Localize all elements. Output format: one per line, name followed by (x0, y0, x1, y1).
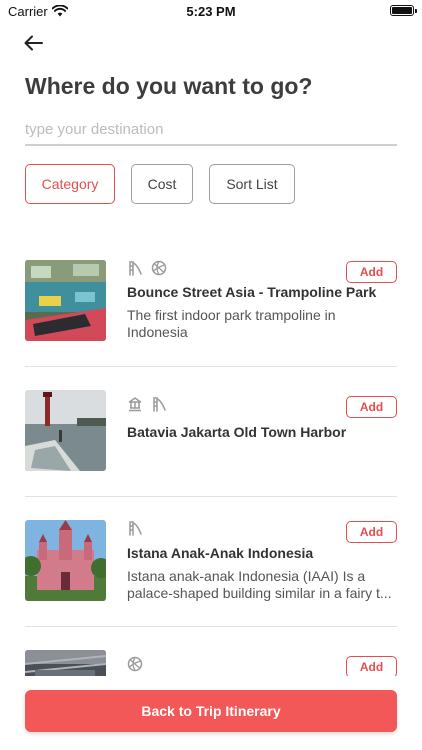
basketball-icon (151, 260, 167, 276)
back-to-trip-itinerary-button[interactable]: Back to Trip Itinerary (25, 690, 397, 732)
place-description: Istana anak-anak Indonesia (IAAI) Is a p… (127, 568, 392, 601)
arrow-left-icon (24, 35, 43, 51)
place-thumbnail (25, 390, 106, 471)
place-name: Bounce Street Asia - Trampoline Park (127, 284, 377, 300)
list-item[interactable]: Istana Anak-Anak Indonesia Istana anak-a… (25, 520, 397, 650)
divider (25, 626, 397, 627)
category-filter-button[interactable]: Category (25, 164, 115, 204)
sort-list-button[interactable]: Sort List (209, 164, 295, 204)
playground-slide-icon (151, 396, 167, 412)
playground-slide-icon (127, 520, 143, 536)
list-item[interactable]: Batavia Jakarta Old Town Harbor Add (25, 390, 397, 520)
monument-icon (127, 396, 143, 412)
place-name: Istana Anak-Anak Indonesia (127, 545, 314, 561)
battery-icon (390, 5, 417, 16)
place-thumbnail (25, 260, 106, 341)
list-item[interactable]: Bounce Street Asia - Trampoline Park The… (25, 260, 397, 390)
add-place-button[interactable]: Add (346, 656, 397, 678)
back-button[interactable] (22, 32, 48, 54)
place-thumbnail (25, 520, 106, 601)
add-place-button[interactable]: Add (346, 261, 397, 283)
divider (25, 496, 397, 497)
place-description: The first indoor park trampoline in Indo… (127, 307, 336, 340)
cost-filter-button[interactable]: Cost (131, 164, 193, 204)
playground-slide-icon (127, 260, 143, 276)
place-name: Batavia Jakarta Old Town Harbor (127, 424, 347, 440)
clock-time: 5:23 PM (186, 4, 236, 19)
destination-search-input[interactable] (25, 114, 397, 146)
add-place-button[interactable]: Add (346, 521, 397, 543)
divider (25, 366, 397, 367)
page-title: Where do you want to go? (25, 73, 313, 99)
status-bar: Carrier 5:23 PM (0, 0, 422, 22)
add-place-button[interactable]: Add (346, 396, 397, 418)
basketball-icon (127, 656, 143, 672)
